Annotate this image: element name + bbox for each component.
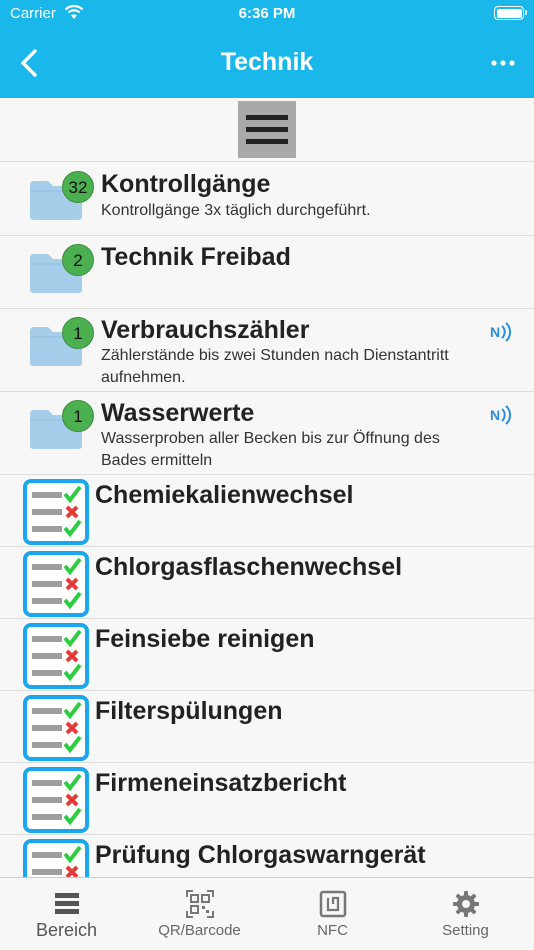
tab-bar: Bereich QR/Barcode NFC Setting xyxy=(0,877,534,950)
task-title: Prüfung Chlorgaswarngerät xyxy=(95,841,426,869)
svg-text:N: N xyxy=(490,324,500,340)
tab-label: NFC xyxy=(317,922,348,939)
folder-row-kontrollgaenge[interactable]: 32 Kontrollgänge Kontrollgänge 3x täglic… xyxy=(0,163,534,236)
folder-title: Wasserwerte xyxy=(101,399,255,427)
checklist-icon xyxy=(23,767,89,833)
folder-row-wasserwerte[interactable]: 1 Wasserwerte Wasserproben aller Becken … xyxy=(0,392,534,475)
svg-text:N: N xyxy=(490,407,500,423)
gear-icon xyxy=(452,891,479,917)
count-badge: 2 xyxy=(62,244,94,276)
more-options-icon[interactable] xyxy=(488,50,518,76)
folder-subtitle: Wasserproben aller Becken bis zur Öffnun… xyxy=(101,430,440,469)
task-row-feinsiebe-reinigen[interactable]: Feinsiebe reinigen xyxy=(0,619,534,691)
folder-subtitle: Zählerstände bis zwei Stunden nach Diens… xyxy=(101,347,449,386)
tab-label: Bereich xyxy=(35,920,98,940)
checklist-icon xyxy=(23,551,89,617)
task-title: Filterspülungen xyxy=(95,697,283,725)
checklist-icon xyxy=(23,479,89,545)
task-title: Chlorgasflaschenwechsel xyxy=(95,553,403,581)
task-title: Feinsiebe reinigen xyxy=(95,625,315,653)
navigation-bar: Technik xyxy=(0,28,534,98)
list-icon xyxy=(54,893,79,914)
tab-label: QR/Barcode xyxy=(158,922,241,939)
battery-icon xyxy=(494,6,527,20)
checklist-icon xyxy=(23,839,89,877)
folder-title: Kontrollgänge xyxy=(101,170,271,198)
task-row-chemiekalienwechsel[interactable]: Chemiekalienwechsel xyxy=(0,475,534,547)
count-badge: 32 xyxy=(62,171,94,203)
qr-code-icon xyxy=(185,890,214,918)
checklist-icon xyxy=(23,695,89,761)
task-row-chlorgasflaschenwechsel[interactable]: Chlorgasflaschenwechsel xyxy=(0,547,534,619)
nfc-icon: N xyxy=(490,322,512,342)
hamburger-menu-button[interactable] xyxy=(238,101,296,158)
folder-row-verbrauchszaehler[interactable]: 1 Verbrauchszähler Zählerstände bis zwei… xyxy=(0,309,534,392)
task-title: Chemiekalienwechsel xyxy=(95,481,354,509)
task-row-filterspuelungen[interactable]: Filterspülungen xyxy=(0,691,534,763)
task-title: Firmeneinsatzbericht xyxy=(95,769,347,797)
clock: 6:36 PM xyxy=(238,5,296,22)
folder-row-technik-freibad[interactable]: 2 Technik Freibad xyxy=(0,236,534,309)
tab-qr-barcode[interactable]: QR/Barcode xyxy=(133,878,266,950)
checklist-icon xyxy=(23,623,89,689)
tab-nfc[interactable]: NFC xyxy=(266,878,399,950)
menu-toolbar xyxy=(0,98,534,162)
nfc-icon: N xyxy=(490,405,512,425)
count-badge: 1 xyxy=(62,400,94,432)
nfc-tag-icon xyxy=(319,890,346,918)
tab-bereich[interactable]: Bereich xyxy=(0,878,133,950)
status-bar: Carrier 6:36 PM xyxy=(0,0,534,28)
task-row-firmeneinsatzbericht[interactable]: Firmeneinsatzbericht xyxy=(0,763,534,835)
category-list: 32 Kontrollgänge Kontrollgänge 3x täglic… xyxy=(0,163,534,877)
count-badge: 1 xyxy=(62,317,94,349)
folder-title: Technik Freibad xyxy=(101,243,291,271)
folder-subtitle: Kontrollgänge 3x täglich durchgeführt. xyxy=(101,202,371,219)
tab-setting[interactable]: Setting xyxy=(399,878,532,950)
page-title: Technik xyxy=(220,48,314,76)
folder-title: Verbrauchszähler xyxy=(101,316,310,344)
tab-label: Setting xyxy=(442,922,489,939)
task-row-pruefung-chlorgaswarngeraet[interactable]: Prüfung Chlorgaswarngerät xyxy=(0,835,534,877)
